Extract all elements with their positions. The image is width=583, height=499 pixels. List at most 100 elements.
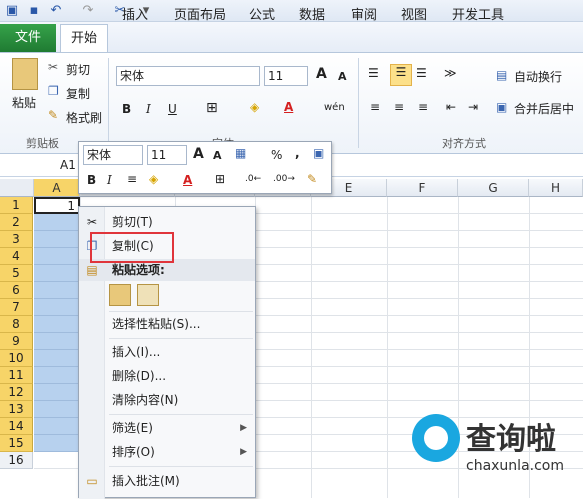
row-header[interactable]: 14 — [0, 418, 33, 435]
format-painter-button[interactable]: 格式刷 — [66, 109, 102, 126]
bold-button[interactable]: B — [122, 102, 131, 116]
selected-cell[interactable] — [34, 316, 80, 333]
cut-button[interactable]: 剪切 — [66, 61, 90, 78]
selected-cell[interactable] — [34, 333, 80, 350]
selected-cell[interactable] — [34, 248, 80, 265]
selected-cell[interactable] — [34, 231, 80, 248]
decrease-indent-icon[interactable]: ⇤ — [446, 100, 456, 114]
row-header[interactable]: 5 — [0, 265, 33, 282]
shrink-font-icon[interactable]: A — [338, 70, 347, 83]
mini-italic-button[interactable]: I — [107, 173, 112, 187]
fill-color-icon[interactable]: ◈ — [250, 100, 259, 114]
row-header[interactable]: 12 — [0, 384, 33, 401]
align-middle-icon[interactable]: ☰ — [390, 64, 412, 86]
tab-home[interactable]: 开始 — [60, 24, 108, 53]
mini-shrink-font-icon[interactable]: A — [213, 149, 222, 162]
menu-item-delete[interactable]: 删除(D)... — [79, 365, 255, 387]
font-color-icon[interactable]: A — [284, 100, 293, 114]
redo-icon[interactable]: ↷ — [80, 3, 96, 19]
paste-option-icon[interactable] — [109, 284, 131, 306]
select-all-corner[interactable] — [0, 179, 34, 197]
row-header[interactable]: 9 — [0, 333, 33, 350]
tab-view[interactable]: 视图 — [401, 4, 427, 28]
menu-item-filter[interactable]: 筛选(E) ▶ — [79, 417, 255, 439]
menu-item-paste-special[interactable]: 选择性粘贴(S)... — [79, 313, 255, 335]
mini-grow-font-icon[interactable]: A — [193, 146, 204, 162]
tab-review[interactable]: 审阅 — [351, 4, 377, 28]
font-name-combo[interactable]: 宋体 — [116, 66, 260, 86]
column-header[interactable]: G — [458, 179, 529, 197]
mini-increase-decimal-icon[interactable]: .0← — [245, 174, 261, 184]
menu-item-sort[interactable]: 排序(O) ▶ — [79, 441, 255, 463]
column-header[interactable]: A — [34, 179, 80, 197]
row-header[interactable]: 16 — [0, 452, 33, 469]
align-center-icon[interactable]: ≡ — [394, 100, 404, 114]
copy-button[interactable]: 复制 — [66, 85, 90, 102]
selected-cell[interactable] — [34, 367, 80, 384]
paste-button[interactable]: 粘贴 — [12, 94, 36, 111]
mini-bold-button[interactable]: B — [87, 173, 96, 187]
mini-font-color-icon[interactable]: A — [183, 173, 192, 187]
phonetic-icon[interactable]: wén — [324, 102, 345, 113]
row-header[interactable]: 8 — [0, 316, 33, 333]
mini-font-combo[interactable]: 宋体 — [83, 145, 143, 165]
selected-cell[interactable]: 1 — [34, 197, 80, 214]
save-icon[interactable]: ▪ — [26, 3, 42, 19]
selected-cell[interactable] — [34, 384, 80, 401]
selected-cell[interactable] — [34, 418, 80, 435]
selected-cell[interactable] — [34, 214, 80, 231]
align-left-icon[interactable]: ≡ — [370, 100, 380, 114]
row-header[interactable]: 2 — [0, 214, 33, 231]
undo-icon[interactable]: ↶ — [48, 3, 64, 19]
menu-item-clear[interactable]: 清除内容(N) — [79, 389, 255, 411]
tab-developer[interactable]: 开发工具 — [452, 4, 504, 28]
selected-cell[interactable] — [34, 350, 80, 367]
tab-formula[interactable]: 公式 — [249, 4, 275, 28]
orientation-icon[interactable]: ≫ — [444, 66, 457, 80]
tab-insert[interactable]: 插入 — [122, 4, 148, 28]
row-header[interactable]: 10 — [0, 350, 33, 367]
mini-decrease-decimal-icon[interactable]: .00→ — [273, 174, 295, 184]
selected-cell[interactable] — [34, 435, 80, 452]
border-icon[interactable]: ⊞ — [206, 100, 218, 116]
mini-merge-icon[interactable]: ▣ — [313, 146, 324, 160]
tab-layout[interactable]: 页面布局 — [174, 4, 226, 28]
menu-item-cut[interactable]: ✂ 剪切(T) — [79, 211, 255, 233]
row-header[interactable]: 13 — [0, 401, 33, 418]
column-header[interactable]: H — [529, 179, 583, 197]
italic-button[interactable]: I — [146, 102, 151, 116]
menu-item-insert[interactable]: 插入(I)... — [79, 341, 255, 363]
row-header[interactable]: 7 — [0, 299, 33, 316]
mini-format-painter-icon[interactable]: ✎ — [307, 172, 317, 186]
row-header[interactable]: 15 — [0, 435, 33, 452]
selected-cell[interactable] — [34, 299, 80, 316]
wrap-text-button[interactable]: 自动换行 — [514, 68, 562, 85]
selected-cell[interactable] — [34, 265, 80, 282]
mini-fill-color-icon[interactable]: ◈ — [149, 172, 158, 186]
row-header[interactable]: 4 — [0, 248, 33, 265]
selected-cell[interactable] — [34, 282, 80, 299]
font-size-combo[interactable]: 11 — [264, 66, 308, 86]
column-header[interactable]: F — [387, 179, 458, 197]
mini-percent-button[interactable]: % — [271, 148, 282, 162]
tab-data[interactable]: 数据 — [299, 4, 325, 28]
selected-cell[interactable] — [34, 401, 80, 418]
name-box[interactable]: A1 — [60, 158, 76, 172]
increase-indent-icon[interactable]: ⇥ — [468, 100, 478, 114]
merge-center-button[interactable]: 合并后居中 — [514, 100, 574, 117]
row-header[interactable]: 6 — [0, 282, 33, 299]
mini-size-combo[interactable]: 11 — [147, 145, 187, 165]
align-bottom-icon[interactable]: ☰ — [416, 66, 427, 80]
mini-comma-button[interactable]: , — [295, 146, 300, 160]
mini-border-icon[interactable]: ⊞ — [215, 172, 225, 186]
align-top-icon[interactable]: ☰ — [368, 66, 379, 80]
grow-font-icon[interactable]: A — [316, 66, 327, 82]
mini-number-format-icon[interactable]: ▦ — [235, 146, 246, 160]
menu-item-comment[interactable]: ▭ 插入批注(M) — [79, 470, 255, 492]
paste-values-icon[interactable] — [137, 284, 159, 306]
tab-file[interactable]: 文件 — [0, 24, 56, 52]
row-header[interactable]: 3 — [0, 231, 33, 248]
align-right-icon[interactable]: ≡ — [418, 100, 428, 114]
row-header[interactable]: 1 — [0, 197, 33, 214]
underline-button[interactable]: U — [168, 102, 177, 116]
